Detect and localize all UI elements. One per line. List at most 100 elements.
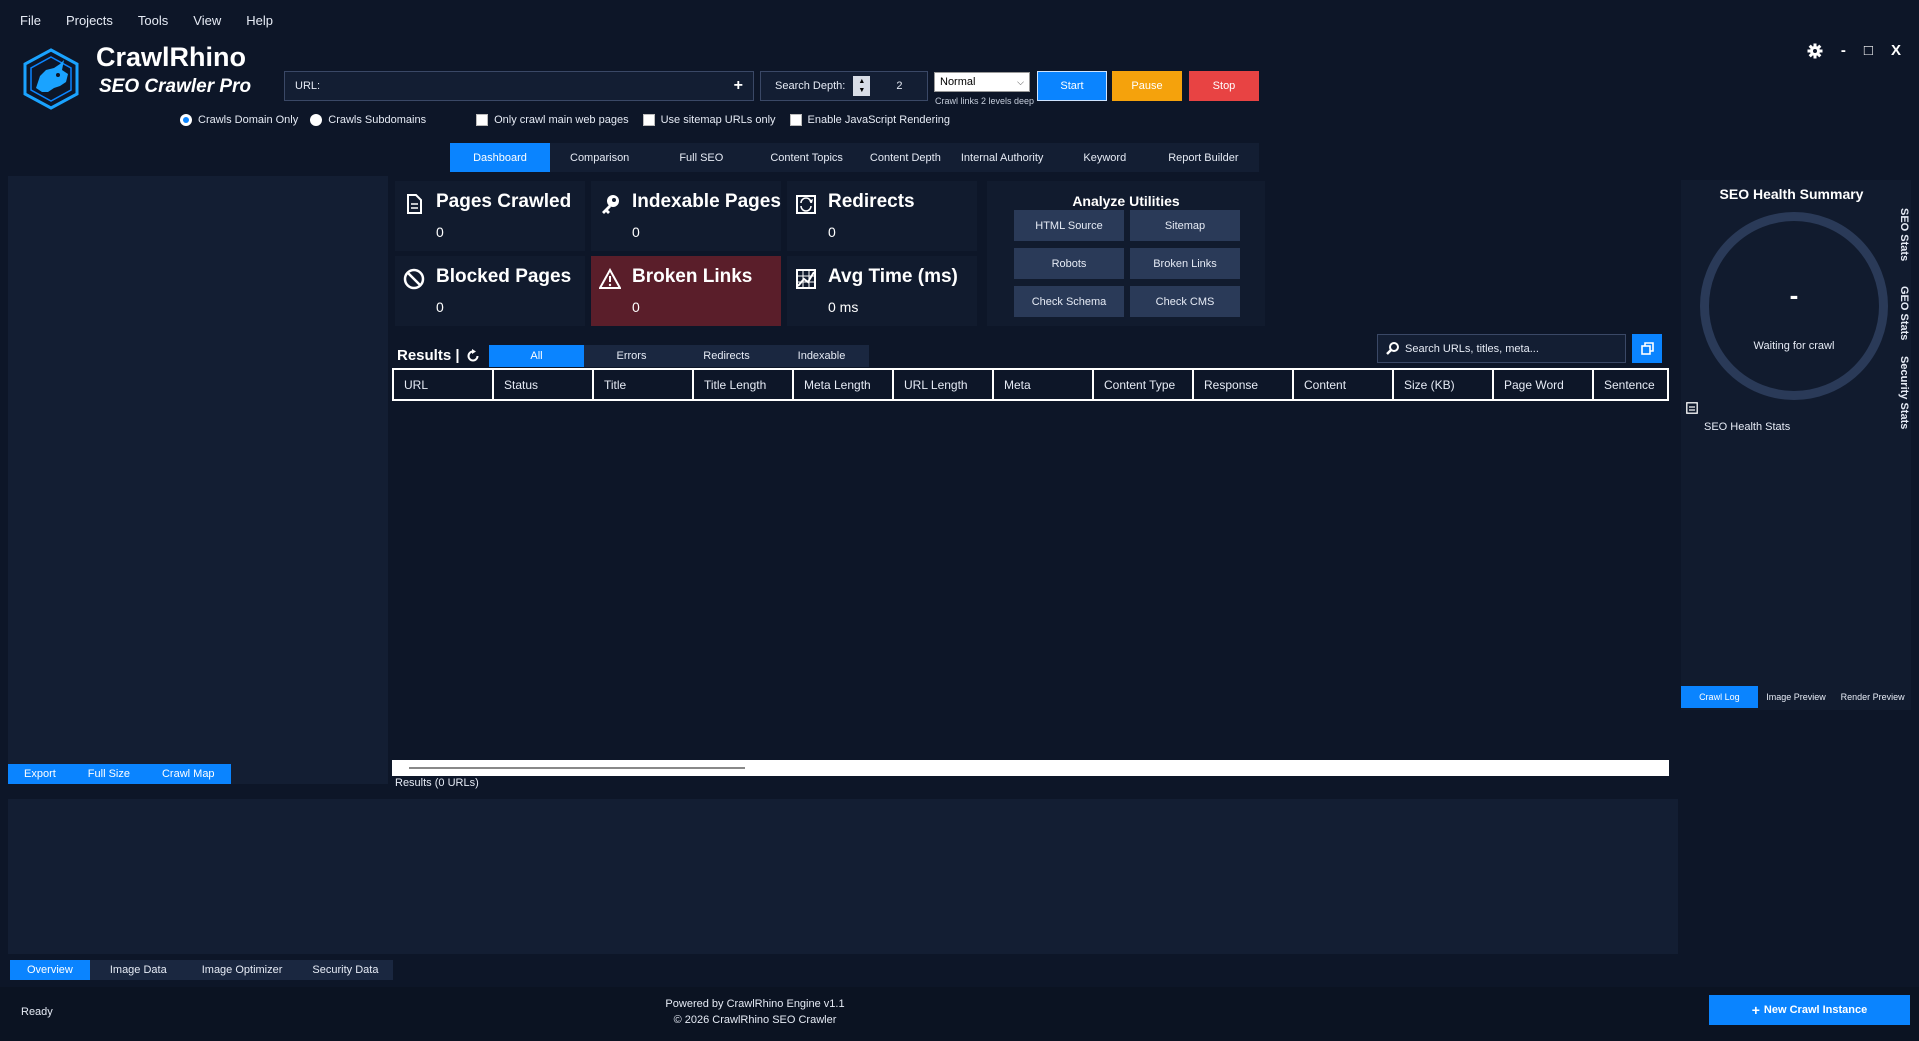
blocked-pages-title: Blocked Pages <box>436 266 572 287</box>
brand-name: CrawlRhino <box>96 42 247 72</box>
analyze-utilities-title: Analyze Utilities <box>1072 193 1180 209</box>
column-url-length[interactable]: URL Length <box>894 370 994 399</box>
side-tab-seo-stats[interactable]: SEO Stats <box>1898 208 1910 261</box>
column-title[interactable]: Title <box>594 370 694 399</box>
html-source-button[interactable]: HTML Source <box>1014 210 1124 241</box>
menu-file[interactable]: File <box>20 13 41 28</box>
check-schema-button[interactable]: Check Schema <box>1014 286 1124 317</box>
column-size-kb[interactable]: Size (KB) <box>1394 370 1494 399</box>
crawl-map-button[interactable]: Crawl Map <box>145 764 231 784</box>
redirect-icon <box>796 195 816 214</box>
indexable-pages-value: 0 <box>632 224 640 240</box>
minimize-button[interactable]: - <box>1841 42 1846 59</box>
preview-tabs: Crawl Log Image Preview Render Preview <box>1681 686 1911 708</box>
new-crawl-instance-button[interactable]: + New Crawl Instance <box>1709 995 1910 1025</box>
menu-tools[interactable]: Tools <box>138 13 168 28</box>
add-url-icon[interactable]: + <box>734 77 743 95</box>
radio-selected-icon[interactable] <box>180 114 192 126</box>
broken-links-button[interactable]: Broken Links <box>1130 248 1240 279</box>
powered-by-line: Powered by CrawlRhino Engine v1.1 <box>665 998 845 1010</box>
pause-button[interactable]: Pause <box>1112 71 1182 101</box>
tab-image-optimizer[interactable]: Image Optimizer <box>187 960 298 980</box>
checkbox-icon[interactable] <box>789 114 802 126</box>
url-field[interactable]: URL: + <box>284 71 754 101</box>
column-url[interactable]: URL <box>394 370 494 399</box>
column-response[interactable]: Response <box>1194 370 1294 399</box>
close-button[interactable]: X <box>1891 42 1901 59</box>
stop-button[interactable]: Stop <box>1189 71 1259 101</box>
tab-content-topics[interactable]: Content Topics <box>753 143 860 172</box>
tab-crawl-log[interactable]: Crawl Log <box>1681 686 1758 708</box>
export-button[interactable]: Export <box>8 764 72 784</box>
column-meta-length[interactable]: Meta Length <box>794 370 894 399</box>
refresh-icon[interactable] <box>466 348 480 363</box>
results-tab-all[interactable]: All <box>489 345 584 367</box>
details-tabs: Overview Image Data Image Optimizer Secu… <box>10 960 394 980</box>
tab-content-depth[interactable]: Content Depth <box>860 143 951 172</box>
brand-subtitle: SEO Crawler Pro <box>99 76 252 97</box>
tab-render-preview[interactable]: Render Preview <box>1834 686 1911 708</box>
side-tab-security-stats[interactable]: Security Stats <box>1898 356 1910 429</box>
tab-full-seo[interactable]: Full SEO <box>649 143 753 172</box>
url-input[interactable] <box>326 80 734 92</box>
main-pages-only-checkbox[interactable]: Only crawl main web pages <box>476 114 629 126</box>
side-tab-geo-stats[interactable]: GEO Stats <box>1898 286 1910 340</box>
results-search-input[interactable] <box>1405 342 1617 355</box>
menu-view[interactable]: View <box>193 13 221 28</box>
url-label: URL: <box>295 80 321 92</box>
expand-stats-icon[interactable] <box>1686 402 1698 414</box>
tab-overview[interactable]: Overview <box>10 960 90 980</box>
column-title-length[interactable]: Title Length <box>694 370 794 399</box>
crawl-mode-select[interactable]: Normal ⌵ <box>934 72 1030 92</box>
seo-health-stats-label: SEO Health Stats <box>1704 421 1791 433</box>
tab-internal-authority[interactable]: Internal Authority <box>951 143 1054 172</box>
tab-keyword[interactable]: Keyword <box>1053 143 1156 172</box>
depth-stepper-icon[interactable]: ▲ ▼ <box>853 76 871 96</box>
js-rendering-checkbox[interactable]: Enable JavaScript Rendering <box>789 114 950 126</box>
scope-domain-radio[interactable]: Crawls Domain Only <box>180 114 298 126</box>
scrollbar-thumb[interactable] <box>409 767 745 769</box>
results-horizontal-scrollbar[interactable] <box>392 760 1669 776</box>
menu-projects[interactable]: Projects <box>66 13 113 28</box>
tab-image-data[interactable]: Image Data <box>90 960 187 980</box>
results-tab-errors[interactable]: Errors <box>584 345 679 367</box>
tab-security-data[interactable]: Security Data <box>297 960 393 980</box>
broken-links-title: Broken Links <box>632 266 753 287</box>
crawl-tree-panel <box>8 176 388 784</box>
full-size-button[interactable]: Full Size <box>71 764 146 784</box>
tab-report-builder[interactable]: Report Builder <box>1156 143 1250 172</box>
sitemap-only-checkbox[interactable]: Use sitemap URLs only <box>642 114 776 126</box>
column-status[interactable]: Status <box>494 370 594 399</box>
popout-button[interactable] <box>1632 334 1662 363</box>
checkbox-icon[interactable] <box>642 114 655 126</box>
search-depth-value[interactable]: 2 <box>896 80 902 92</box>
column-page-word[interactable]: Page Word <box>1494 370 1594 399</box>
copyright-line: © 2026 CrawlRhino SEO Crawler <box>673 1014 837 1026</box>
results-title: Results | <box>397 347 480 364</box>
sitemap-button[interactable]: Sitemap <box>1130 210 1240 241</box>
gear-icon[interactable] <box>1807 43 1823 59</box>
check-cms-button[interactable]: Check CMS <box>1130 286 1240 317</box>
tab-dashboard[interactable]: Dashboard <box>450 143 550 172</box>
menu-help[interactable]: Help <box>246 13 273 28</box>
start-button[interactable]: Start <box>1037 71 1107 101</box>
radio-unselected-icon[interactable] <box>310 114 323 126</box>
column-content[interactable]: Content <box>1294 370 1394 399</box>
tab-image-preview[interactable]: Image Preview <box>1758 686 1835 708</box>
main-pages-only-label: Only crawl main web pages <box>494 114 629 126</box>
checkbox-icon[interactable] <box>476 114 489 126</box>
scope-subdomains-radio[interactable]: Crawls Subdomains <box>310 114 426 126</box>
search-depth-label: Search Depth: <box>775 80 846 92</box>
results-tab-redirects[interactable]: Redirects <box>679 345 774 367</box>
robots-button[interactable]: Robots <box>1014 248 1124 279</box>
chevron-down-icon: ⌵ <box>1017 76 1024 87</box>
results-search-field[interactable] <box>1377 334 1626 363</box>
tab-comparison[interactable]: Comparison <box>550 143 649 172</box>
maximize-button[interactable]: □ <box>1864 42 1873 59</box>
column-meta[interactable]: Meta <box>994 370 1094 399</box>
column-sentence[interactable]: Sentence <box>1594 370 1667 399</box>
powered-by-text: Powered by CrawlRhino Engine v1.1 © 2026… <box>620 996 890 1028</box>
column-content-type[interactable]: Content Type <box>1094 370 1194 399</box>
results-tab-indexable[interactable]: Indexable <box>774 345 869 367</box>
avg-time-value: 0 ms <box>828 299 859 315</box>
